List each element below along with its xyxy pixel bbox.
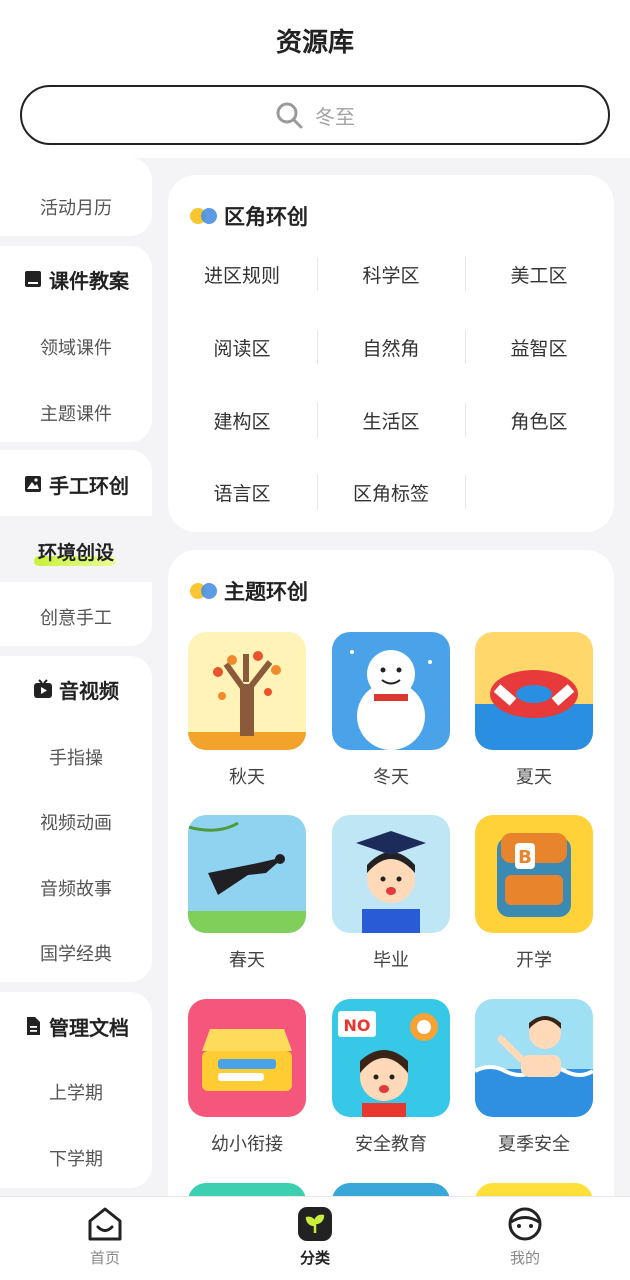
area-item[interactable]: 益智区 bbox=[465, 327, 613, 367]
theme-tile-autumn[interactable] bbox=[188, 632, 306, 750]
page-title: 资源库 bbox=[275, 28, 354, 58]
school-bag-icon: B bbox=[475, 815, 593, 933]
home-icon bbox=[88, 1207, 122, 1241]
nav-home[interactable]: 首页 bbox=[45, 1205, 165, 1277]
nav-label: 分类 bbox=[299, 1249, 330, 1267]
sidebar-item-animation[interactable]: 视频动画 bbox=[0, 809, 152, 835]
theme-label: 开学 bbox=[516, 950, 552, 971]
area-item[interactable]: 阅读区 bbox=[168, 327, 316, 367]
sidebar-item-label-active: 环境创设 bbox=[37, 542, 114, 564]
sidebar-head-handcraft[interactable]: 手工环创 bbox=[0, 471, 152, 498]
sidebar-head-courseware[interactable]: 课件教案 bbox=[0, 266, 152, 293]
autumn-tree-icon bbox=[188, 632, 306, 750]
sidebar-head-label: 管理文档 bbox=[49, 1015, 129, 1040]
sidebar-head-docs[interactable]: 管理文档 bbox=[0, 1013, 152, 1040]
sidebar-head-label: 手工环创 bbox=[49, 473, 129, 498]
safety-girl-icon: NO bbox=[332, 999, 450, 1117]
search-input[interactable]: 冬至 bbox=[315, 101, 355, 130]
bottom-nav: 首页 分类 我的 bbox=[0, 1196, 630, 1280]
sidebar-item-domain-courseware[interactable]: 领域课件 bbox=[0, 334, 152, 360]
area-item[interactable]: 自然角 bbox=[317, 327, 465, 367]
sidebar: 活动月历 课件教案 领域课件 主题课件 手工环创 环境创设 创意手工 音视频 手… bbox=[0, 158, 152, 1198]
tv-icon bbox=[34, 679, 52, 698]
area-section-card: 区角环创 进区规则 科学区 美工区 阅读区 自然角 益智区 建构区 生活区 角色… bbox=[168, 175, 614, 532]
search-bar[interactable]: 冬至 bbox=[20, 85, 610, 145]
theme-label: 春天 bbox=[229, 950, 265, 971]
search-icon bbox=[276, 102, 303, 129]
sidebar-item-first-semester[interactable]: 上学期 bbox=[0, 1079, 152, 1105]
theme-tile-safety-education[interactable]: NO bbox=[332, 999, 450, 1117]
sidebar-head-label: 课件教案 bbox=[49, 268, 129, 293]
area-item[interactable]: 建构区 bbox=[168, 400, 316, 440]
theme-label: 毕业 bbox=[373, 950, 409, 971]
pencil-case-icon bbox=[188, 999, 306, 1117]
sidebar-item-classics[interactable]: 国学经典 bbox=[0, 940, 152, 966]
area-item[interactable]: 美工区 bbox=[465, 254, 613, 294]
sidebar-head-label: 音视频 bbox=[59, 678, 119, 703]
resource-library-screen: 资源库 冬至 活动月历 课件教案 领域课件 主题课件 手工环创 环境创设 创意手… bbox=[0, 0, 630, 1280]
sidebar-item-audio-story[interactable]: 音频故事 bbox=[0, 875, 152, 901]
theme-section-card: 主题环创 秋天 冬天 夏天 春天 毕业 B 开学 幼小衔接 NO 安全教育 夏季… bbox=[168, 550, 614, 1250]
swallow-icon bbox=[188, 815, 306, 933]
theme-tile-spring[interactable] bbox=[188, 815, 306, 933]
snowman-icon bbox=[332, 632, 450, 750]
nav-category[interactable]: 分类 bbox=[255, 1205, 375, 1277]
theme-tile-graduation[interactable] bbox=[332, 815, 450, 933]
sidebar-item-second-semester[interactable]: 下学期 bbox=[0, 1145, 152, 1171]
nav-label: 我的 bbox=[509, 1249, 540, 1267]
picture-icon bbox=[25, 476, 41, 492]
profile-face-icon bbox=[508, 1207, 542, 1241]
area-item[interactable]: 角色区 bbox=[465, 400, 613, 440]
area-item[interactable]: 科学区 bbox=[317, 254, 465, 294]
sidebar-item-finger-play[interactable]: 手指操 bbox=[0, 744, 152, 770]
theme-label: 夏天 bbox=[516, 767, 552, 788]
theme-tile-kindergarten-transition[interactable] bbox=[188, 999, 306, 1117]
header: 资源库 冬至 bbox=[0, 0, 630, 158]
section-title-text: 主题环创 bbox=[224, 580, 308, 604]
section-dots-icon bbox=[190, 208, 218, 224]
sidebar-head-media[interactable]: 音视频 bbox=[0, 676, 152, 703]
section-title-text: 区角环创 bbox=[224, 205, 308, 229]
theme-tile-summer-safety[interactable] bbox=[475, 999, 593, 1117]
theme-tile-winter[interactable] bbox=[332, 632, 450, 750]
area-item[interactable]: 语言区 bbox=[168, 472, 316, 512]
theme-label: 秋天 bbox=[229, 767, 265, 788]
graduate-icon bbox=[332, 815, 450, 933]
area-item[interactable]: 进区规则 bbox=[168, 254, 316, 294]
section-title: 主题环创 bbox=[190, 576, 308, 606]
theme-label: 夏季安全 bbox=[498, 1134, 570, 1155]
sprout-icon bbox=[298, 1207, 332, 1241]
swimming-boy-icon bbox=[475, 999, 593, 1117]
swim-ring-icon bbox=[475, 632, 593, 750]
theme-label: 幼小衔接 bbox=[211, 1134, 283, 1155]
section-dots-icon bbox=[190, 583, 218, 599]
sidebar-item-calendar[interactable]: 活动月历 bbox=[0, 194, 152, 220]
book-icon bbox=[25, 271, 41, 287]
divider bbox=[465, 475, 466, 509]
nav-profile[interactable]: 我的 bbox=[465, 1205, 585, 1277]
svg-text:NO: NO bbox=[344, 1016, 371, 1035]
sidebar-item-theme-courseware[interactable]: 主题课件 bbox=[0, 400, 152, 426]
area-item[interactable]: 区角标签 bbox=[317, 472, 465, 512]
sidebar-item-creative-craft[interactable]: 创意手工 bbox=[0, 604, 152, 630]
theme-tile-summer[interactable] bbox=[475, 632, 593, 750]
section-title: 区角环创 bbox=[190, 201, 308, 231]
nav-label: 首页 bbox=[89, 1249, 120, 1267]
theme-label: 安全教育 bbox=[355, 1134, 427, 1155]
document-icon bbox=[27, 1017, 40, 1035]
theme-label: 冬天 bbox=[373, 767, 409, 788]
svg-text:B: B bbox=[518, 847, 532, 868]
area-item[interactable]: 生活区 bbox=[317, 400, 465, 440]
theme-tile-school-start[interactable]: B bbox=[475, 815, 593, 933]
